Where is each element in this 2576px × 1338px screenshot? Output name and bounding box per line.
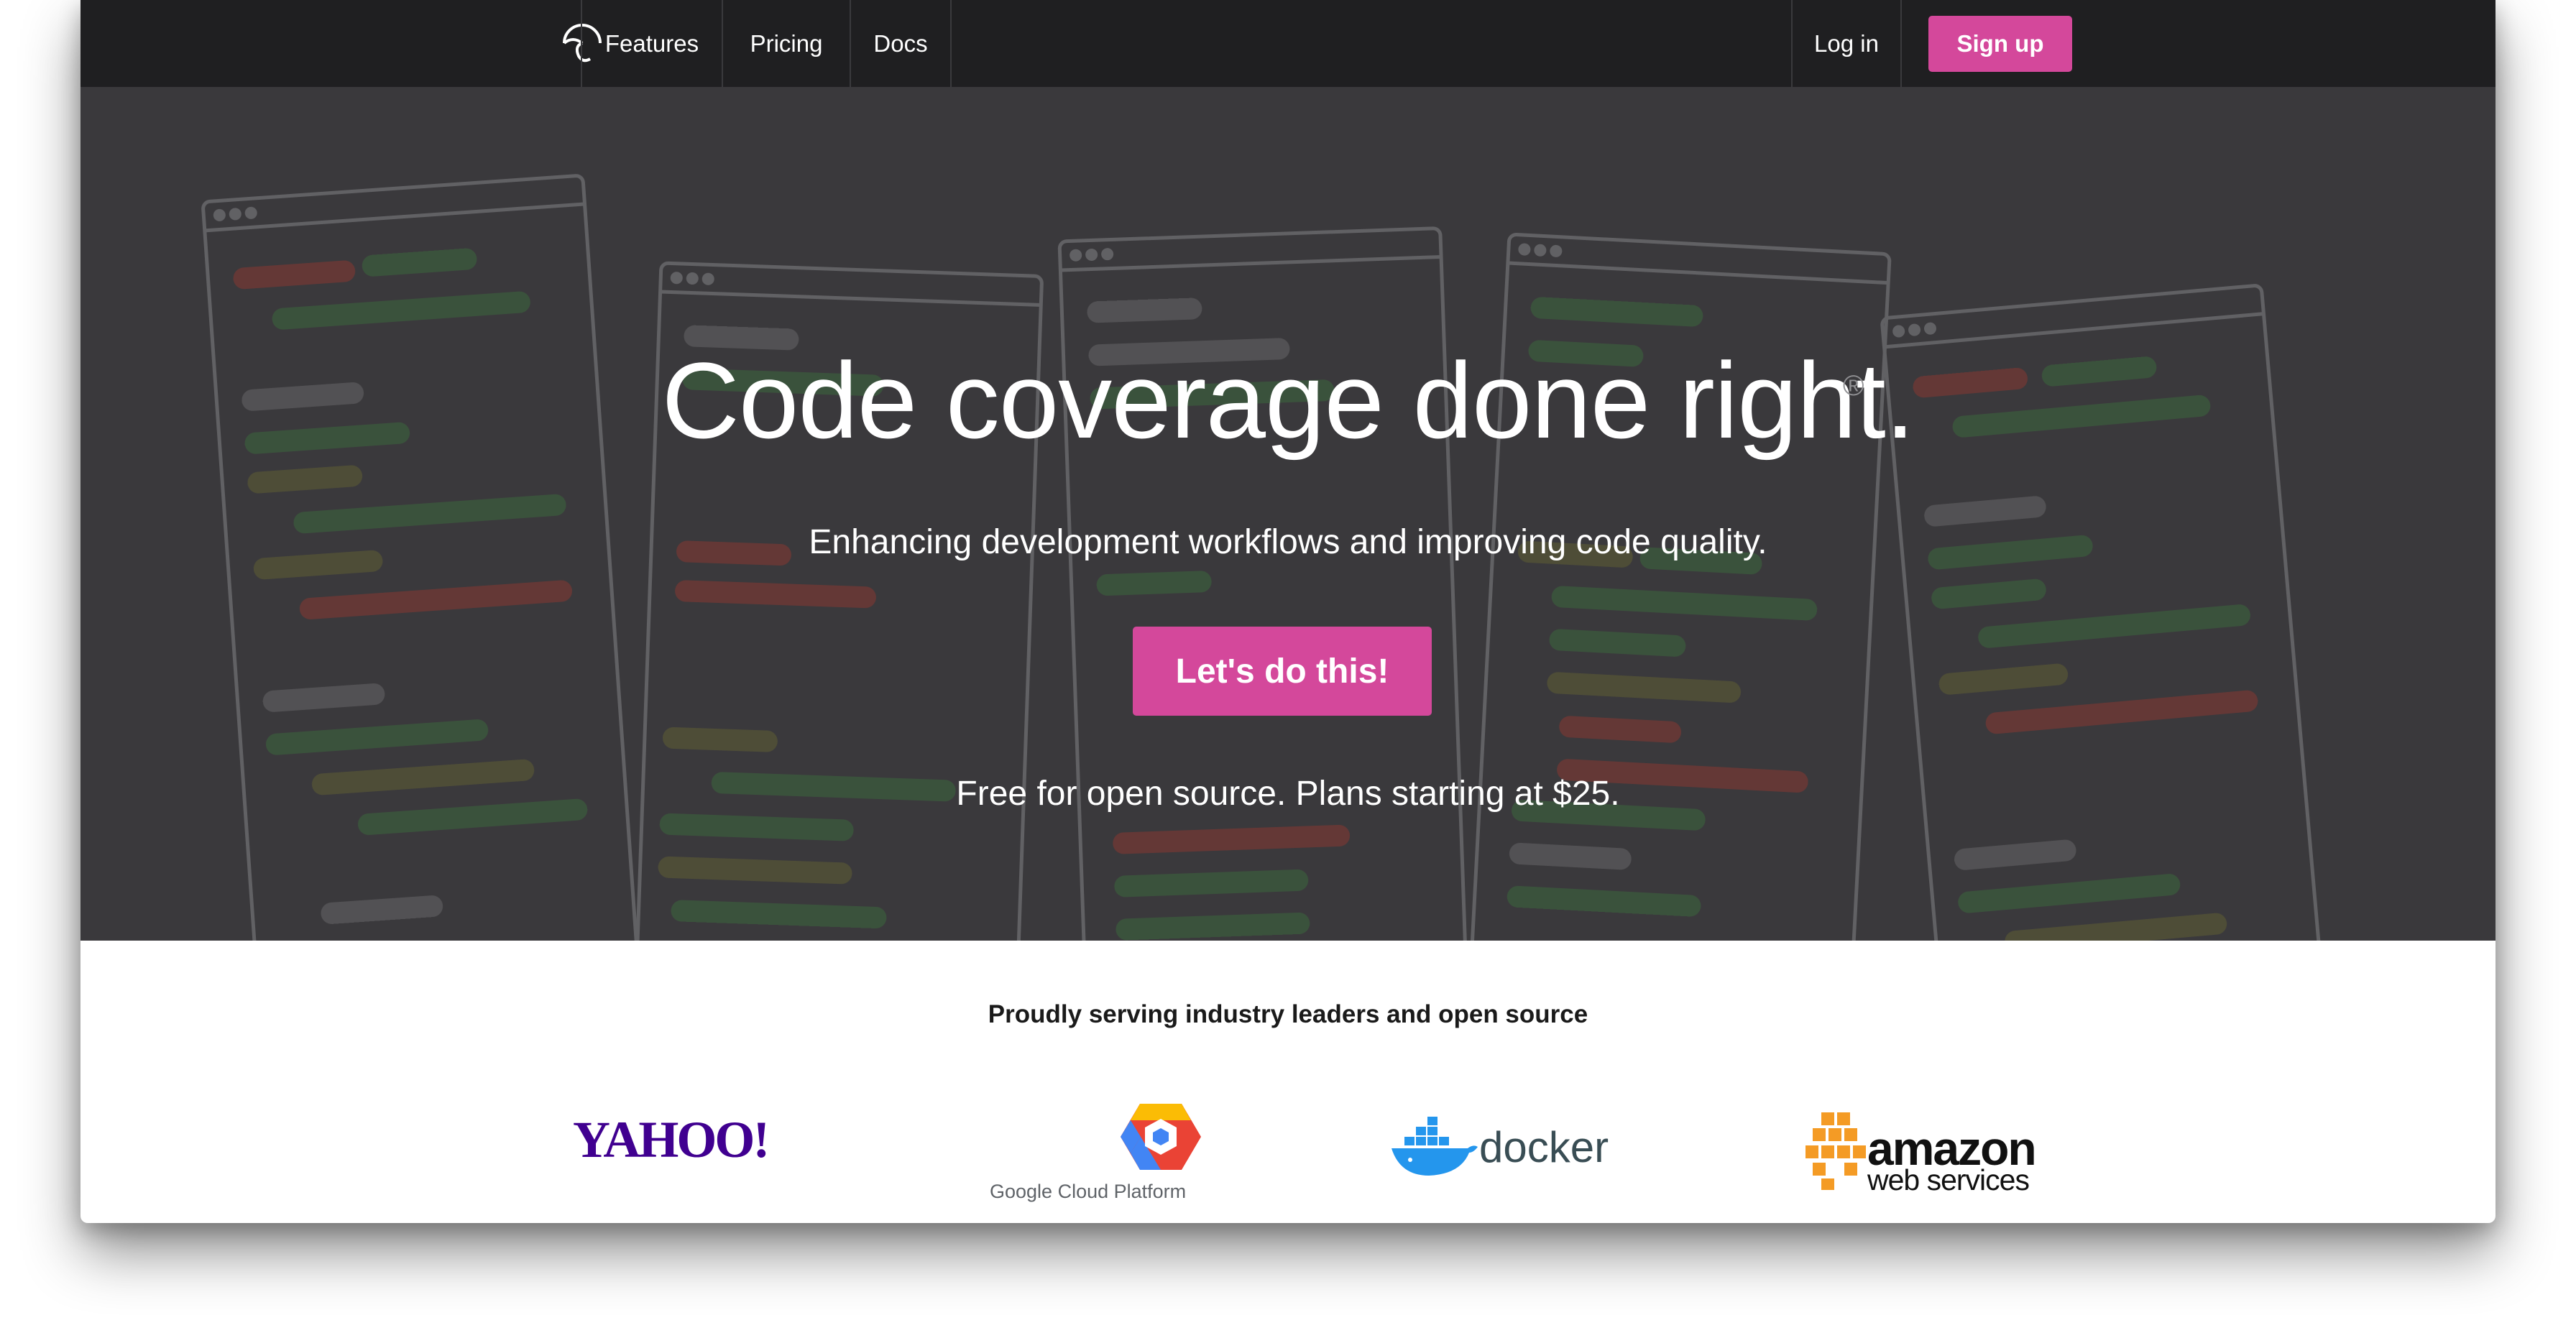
docker-label: docker (1479, 1123, 1609, 1171)
hero-subheadline: Enhancing development workflows and impr… (809, 523, 1767, 561)
nav-divider (1900, 0, 1902, 87)
hero-headline: Code coverage done right. (661, 340, 1915, 461)
hero-section: Code coverage done right. ® Enhancing de… (80, 87, 2496, 941)
nav-divider (950, 0, 952, 87)
pricing-note: Free for open source. Plans starting at … (956, 775, 1620, 813)
nav-link-pricing[interactable]: Pricing (723, 0, 850, 87)
yahoo-logo: YAHOO! (573, 1111, 770, 1168)
login-link[interactable]: Log in (1793, 0, 1900, 87)
google-cloud-logo-icon (1119, 1101, 1202, 1176)
nav-link-features[interactable]: Features (582, 0, 722, 87)
aws-cubes-icon (1804, 1111, 1867, 1195)
docker-whale-icon (1389, 1115, 1479, 1184)
nav-link-docs[interactable]: Docs (851, 0, 950, 87)
registered-mark: ® (1843, 370, 1864, 402)
clients-title: Proudly serving industry leaders and ope… (988, 1000, 1588, 1028)
browser-page: Features Pricing Docs Log in Sign up Cod… (80, 0, 2496, 1223)
aws-label: web services (1867, 1163, 2030, 1196)
google-cloud-label: Google Cloud Platform (990, 1181, 1187, 1202)
cta-button[interactable]: Let's do this! (1133, 627, 1432, 716)
signup-button[interactable]: Sign up (1928, 16, 2072, 72)
top-navigation: Features Pricing Docs Log in Sign up (80, 0, 2496, 87)
